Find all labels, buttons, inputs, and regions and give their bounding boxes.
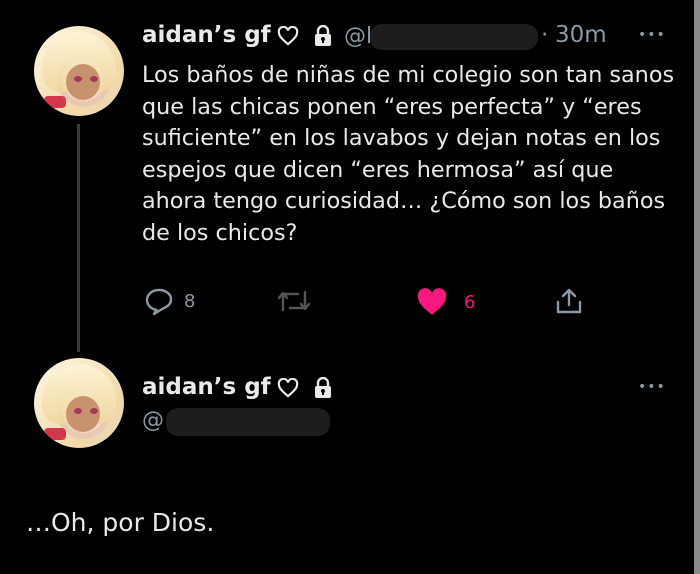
- redacted-handle: [166, 408, 330, 436]
- heart-outline-icon: [277, 377, 299, 402]
- like-icon: [417, 288, 447, 315]
- avatar[interactable]: [34, 26, 124, 116]
- redacted-handle: [370, 24, 538, 50]
- tweet-text: Los baños de niñas de mi colegio son tan…: [142, 62, 675, 246]
- more-options-icon[interactable]: •••: [638, 27, 666, 43]
- author-handle[interactable]: @: [142, 408, 164, 433]
- tweet-thread: aidan’s gf @l · 30m ••• Los baños de niñ…: [0, 0, 694, 574]
- window-edge: [694, 0, 700, 574]
- more-options-icon[interactable]: •••: [638, 379, 666, 395]
- timestamp-separator: ·: [541, 22, 549, 48]
- heart-outline-icon: [277, 25, 299, 50]
- like-button[interactable]: 6: [416, 288, 475, 316]
- reply-count: 8: [184, 290, 196, 312]
- author-name[interactable]: aidan’s gf: [142, 374, 271, 400]
- share-button[interactable]: [554, 286, 584, 316]
- lock-icon: [312, 24, 334, 51]
- retweet-icon: [277, 290, 311, 312]
- reply-button[interactable]: 8: [144, 287, 195, 315]
- retweet-button[interactable]: [276, 288, 322, 314]
- lock-icon: [312, 376, 334, 403]
- avatar[interactable]: [34, 358, 124, 448]
- author-name[interactable]: aidan’s gf: [142, 22, 271, 48]
- share-icon: [556, 288, 582, 314]
- like-count: 6: [464, 291, 476, 313]
- timestamp[interactable]: 30m: [555, 22, 607, 48]
- reply-icon: [145, 288, 173, 315]
- author-handle[interactable]: @l: [344, 24, 372, 49]
- tweet-text: …Oh, por Dios.: [26, 508, 215, 537]
- thread-connector-line: [77, 124, 80, 352]
